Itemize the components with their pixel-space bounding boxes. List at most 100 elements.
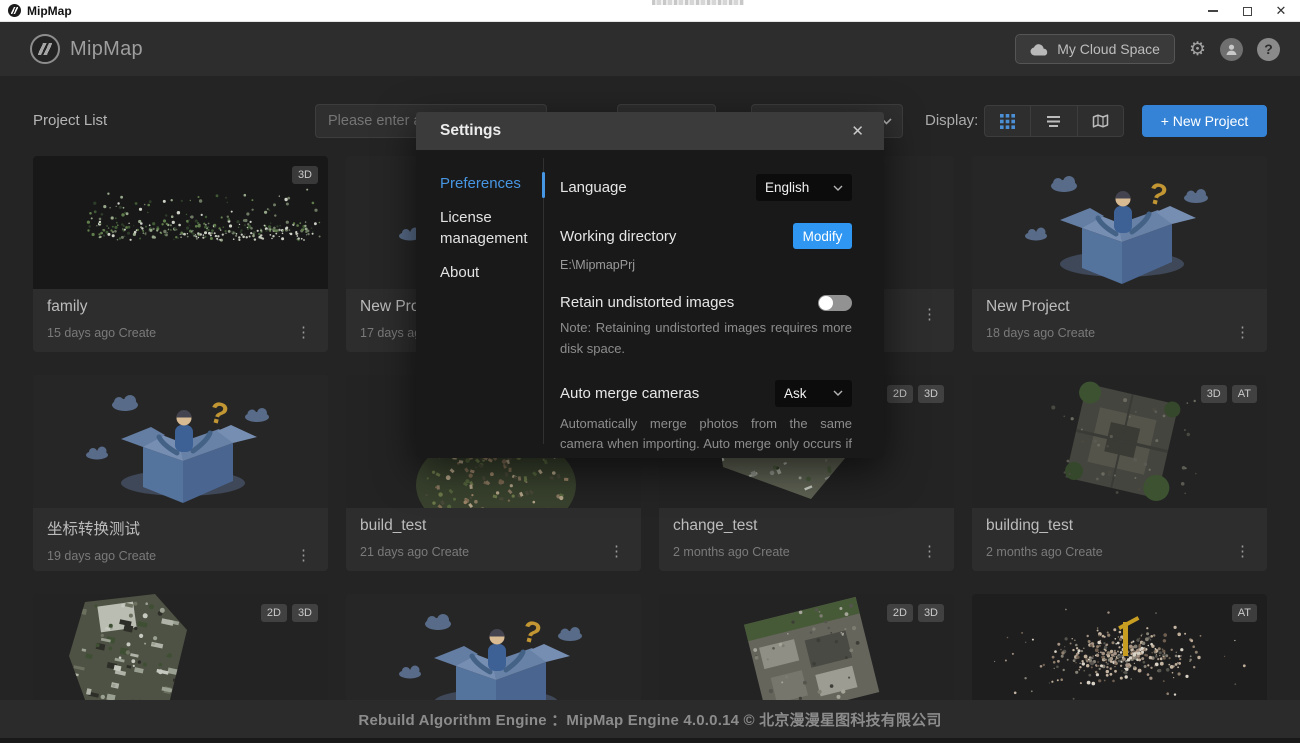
language-label: Language [560, 179, 627, 196]
badge-2d: 2D [261, 604, 287, 622]
display-list-button[interactable] [1030, 106, 1076, 136]
modify-directory-button[interactable]: Modify [793, 223, 852, 249]
settings-content: Language English Working directory Modif… [560, 162, 852, 458]
language-select[interactable]: English [756, 174, 852, 201]
chevron-down-icon [833, 185, 843, 191]
cloud-icon [1030, 43, 1049, 56]
settings-nav-license-management[interactable]: License management [440, 208, 540, 249]
kebab-menu-icon[interactable]: ⋮ [919, 544, 940, 559]
brand: MipMap [30, 34, 143, 64]
display-grid-button[interactable] [985, 106, 1030, 136]
settings-dialog-body: Preferences License management About Lan… [416, 150, 884, 458]
working-directory-label: Working directory [560, 228, 676, 245]
project-thumbnail: ? [33, 375, 328, 508]
project-meta: 18 days ago Create ⋮ [986, 325, 1253, 340]
project-meta: 19 days ago Create ⋮ [47, 548, 314, 563]
retain-images-toggle[interactable] [818, 295, 852, 311]
badge-at: AT [1232, 604, 1257, 622]
project-meta: 21 days ago Create ⋮ [360, 544, 627, 559]
settings-dialog-titlebar: Settings ✕ [416, 112, 884, 150]
kebab-menu-icon[interactable]: ⋮ [919, 307, 940, 322]
badge-group: 2D 3D [887, 604, 944, 622]
retain-images-note: Note: Retaining undistorted images requi… [560, 318, 852, 360]
project-card[interactable]: ? New Project 18 days ago Create ⋮ [972, 156, 1267, 352]
badge-3d: 3D [292, 604, 318, 622]
footer-engine-info: Rebuild Algorithm Engine ：MipMap Engine … [358, 709, 941, 730]
map-view-icon [1092, 114, 1109, 128]
chevron-down-icon [833, 390, 843, 396]
project-card[interactable]: ? 坐标转换测试 19 days ago Create ⋮ [33, 375, 328, 571]
maximize-button[interactable] [1230, 0, 1264, 22]
user-avatar-icon[interactable] [1220, 38, 1243, 61]
badge-group: 3D [292, 166, 318, 184]
settings-nav-about[interactable]: About [440, 263, 540, 283]
kebab-menu-icon[interactable]: ⋮ [293, 548, 314, 563]
toggle-knob [819, 296, 833, 310]
my-cloud-space-button[interactable]: My Cloud Space [1015, 34, 1175, 64]
project-card-info: family 15 days ago Create ⋮ [33, 289, 328, 340]
project-card-info: building_test 2 months ago Create ⋮ [972, 508, 1267, 559]
badge-3d: 3D [918, 385, 944, 403]
bottom-strip [0, 738, 1300, 743]
kebab-menu-icon[interactable]: ⋮ [1232, 544, 1253, 559]
close-button[interactable]: ✕ [1264, 0, 1298, 22]
project-thumbnail: ? [972, 156, 1267, 289]
settings-nav-preferences[interactable]: Preferences [440, 174, 540, 194]
project-time: 21 days ago Create [360, 545, 469, 559]
window-controls: ✕ [1196, 0, 1298, 22]
badge-group: 2D 3D [261, 604, 318, 622]
project-meta: 2 months ago Create ⋮ [673, 544, 940, 559]
badge-2d: 2D [887, 604, 913, 622]
project-card[interactable]: 3DAT building_test 2 months ago Create ⋮ [972, 375, 1267, 571]
settings-gear-icon[interactable]: ⚙ [1189, 40, 1206, 59]
project-card-info: 坐标转换测试 19 days ago Create ⋮ [33, 508, 328, 563]
badge-3d: 3D [1201, 385, 1227, 403]
close-icon: ✕ [1276, 3, 1287, 19]
project-thumbnail: 3DAT [972, 375, 1267, 508]
badge-3d: 3D [292, 166, 318, 184]
list-view-icon [1046, 115, 1061, 128]
language-value: English [765, 180, 809, 195]
project-name: 坐标转换测试 [47, 517, 314, 539]
project-time: 2 months ago Create [673, 545, 790, 559]
display-map-button[interactable] [1077, 106, 1123, 136]
auto-merge-select[interactable]: Ask [775, 380, 852, 407]
settings-dialog-title: Settings [440, 122, 501, 140]
app-window: MipMap ✕ MipMap My Cloud Space ⚙ ? Proje… [0, 0, 1300, 743]
project-card-info: change_test 2 months ago Create ⋮ [659, 508, 954, 559]
auto-merge-description: Automatically merge photos from the same… [560, 414, 852, 458]
settings-dialog: Settings ✕ Preferences License managemen… [416, 112, 884, 458]
project-thumbnail: 3D [33, 156, 328, 289]
retain-images-label: Retain undistorted images [560, 294, 734, 311]
app-logo-icon [8, 4, 21, 17]
project-card[interactable]: 3D family 15 days ago Create ⋮ [33, 156, 328, 352]
help-icon[interactable]: ? [1257, 38, 1280, 61]
language-row: Language English [560, 174, 852, 201]
project-time: 2 months ago Create [986, 545, 1103, 559]
badge-3d: 3D [918, 604, 944, 622]
badge-2d: 2D [887, 385, 913, 403]
kebab-menu-icon[interactable]: ⋮ [1232, 325, 1253, 340]
new-project-button[interactable]: + New Project [1142, 105, 1267, 137]
badge-group: 2D 3D [887, 385, 944, 403]
footer: Rebuild Algorithm Engine ：MipMap Engine … [0, 700, 1300, 738]
project-meta: 2 months ago Create ⋮ [986, 544, 1253, 559]
kebab-menu-icon[interactable]: ⋮ [293, 325, 314, 340]
auto-merge-row: Auto merge cameras Ask [560, 380, 852, 407]
minimize-icon [1208, 10, 1218, 12]
maximize-icon [1243, 7, 1252, 16]
auto-merge-value: Ask [784, 386, 807, 401]
kebab-menu-icon[interactable]: ⋮ [606, 544, 627, 559]
display-label: Display: [925, 104, 978, 138]
auto-merge-label: Auto merge cameras [560, 385, 699, 402]
settings-close-icon[interactable]: ✕ [847, 120, 868, 142]
project-name: build_test [360, 517, 627, 535]
settings-nav: Preferences License management About [440, 174, 540, 297]
settings-nav-active-indicator [542, 172, 545, 198]
project-time: 19 days ago Create [47, 549, 156, 563]
badge-group: AT [1232, 604, 1257, 622]
project-time: 18 days ago Create [986, 326, 1095, 340]
working-directory-row: Working directory Modify [560, 223, 852, 249]
minimize-button[interactable] [1196, 0, 1230, 22]
working-directory-path: E:\MipmapPrj [560, 258, 852, 272]
